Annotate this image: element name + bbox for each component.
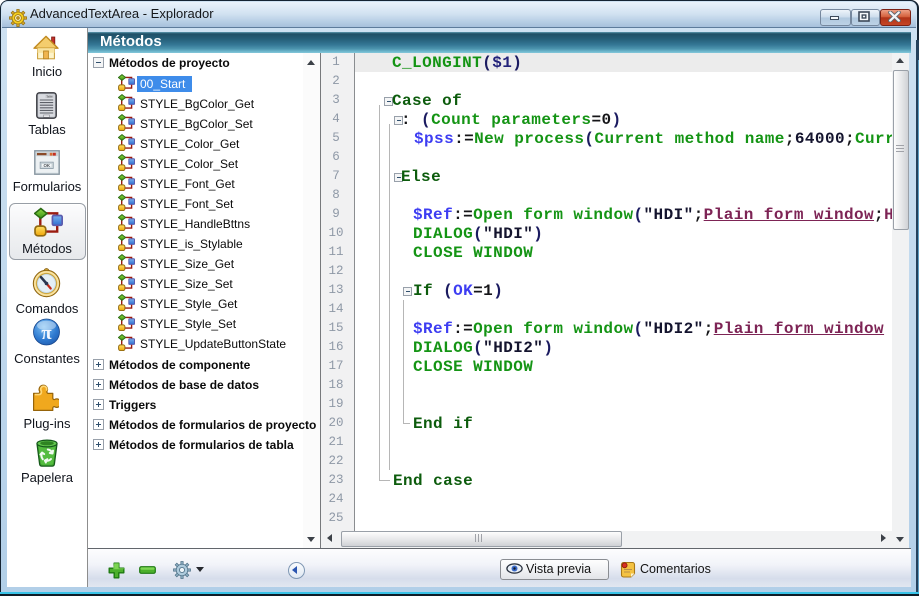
svg-text:OK: OK <box>44 163 51 168</box>
svg-text:π: π <box>41 323 52 344</box>
svg-text:Table: Table <box>46 95 53 99</box>
